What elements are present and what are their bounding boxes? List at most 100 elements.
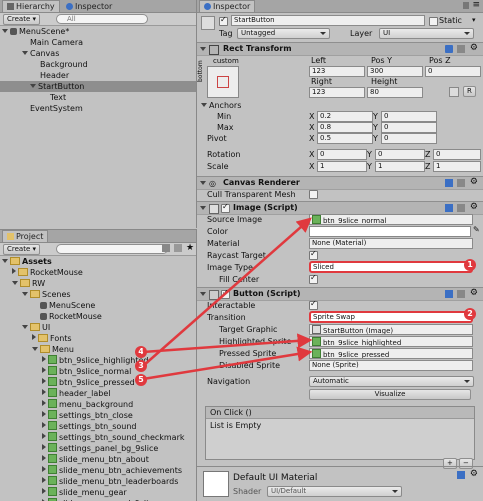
preset-icon[interactable] xyxy=(457,204,465,212)
image-header[interactable]: Image (Script) ⚙ xyxy=(197,201,483,215)
list-item[interactable]: slide_menu_btn_leaderboards xyxy=(42,476,178,487)
canvas-renderer-header[interactable]: ◎ Canvas Renderer ⚙ xyxy=(197,176,483,190)
scale-y-field[interactable]: 1 xyxy=(375,161,425,172)
list-item[interactable]: slide_menu_btn_about xyxy=(42,454,149,465)
posz-field[interactable]: 0 xyxy=(425,66,481,77)
preset-icon[interactable] xyxy=(457,179,465,187)
tab-hierarchy[interactable]: Hierarchy xyxy=(2,0,60,12)
cull-checkbox[interactable] xyxy=(309,190,318,199)
rect-transform-header[interactable]: Rect Transform ⚙ xyxy=(197,42,483,56)
height-field[interactable]: 80 xyxy=(367,87,423,98)
disabled-sprite-field[interactable]: None (Sprite) xyxy=(309,360,473,371)
rotation-z-field[interactable]: 0 xyxy=(433,149,481,160)
highlighted-sprite-field[interactable]: btn_9slice_highlighted xyxy=(309,336,473,347)
list-item[interactable]: Text xyxy=(50,92,66,103)
gear-icon[interactable]: ⚙ xyxy=(470,469,478,479)
menu-icon[interactable]: ≡ xyxy=(472,0,480,10)
list-item[interactable]: settings_btn_sound xyxy=(42,421,136,432)
list-item[interactable]: Scenes xyxy=(22,289,71,300)
button-header[interactable]: Button (Script) ⚙ xyxy=(197,287,483,301)
gear-icon[interactable]: ⚙ xyxy=(470,177,478,187)
scene-row[interactable]: MenuScene* xyxy=(2,26,69,37)
list-item[interactable]: btn_9slice_pressed xyxy=(42,377,135,388)
scale-x-field[interactable]: 1 xyxy=(317,161,367,172)
list-item[interactable]: btn_9slice_highlighted xyxy=(42,355,148,366)
source-image-field[interactable]: btn_9slice_normal xyxy=(309,214,473,225)
dropdown-arrow-icon[interactable]: ▾ xyxy=(472,16,476,24)
help-icon[interactable] xyxy=(445,290,453,298)
list-item-selected[interactable]: StartButton xyxy=(0,81,196,92)
list-item[interactable]: Header xyxy=(40,70,69,81)
list-item[interactable]: RocketMouse xyxy=(40,311,102,322)
list-item[interactable]: Background xyxy=(40,59,88,70)
lock-icon[interactable] xyxy=(463,2,469,9)
list-item[interactable]: slide_menu_btn_achievements xyxy=(42,465,182,476)
create-button[interactable]: Create ▾ xyxy=(3,244,41,255)
list-item[interactable]: MenuScene xyxy=(40,300,95,311)
active-checkbox[interactable] xyxy=(219,15,228,26)
help-icon[interactable] xyxy=(445,204,453,212)
list-item[interactable]: RocketMouse xyxy=(12,267,83,278)
material-field[interactable]: None (Material) xyxy=(309,238,473,249)
image-type-dropdown[interactable]: Sliced xyxy=(309,261,473,273)
help-icon[interactable] xyxy=(457,471,465,479)
list-item[interactable]: EventSystem xyxy=(30,103,83,114)
raw-edit-button[interactable]: R xyxy=(463,86,476,97)
blueprint-button[interactable] xyxy=(449,87,459,97)
create-button[interactable]: Create ▾ xyxy=(3,14,41,25)
pivot-y-field[interactable]: 0 xyxy=(381,133,437,144)
anchor-min-y-field[interactable]: 0 xyxy=(381,111,437,122)
help-icon[interactable] xyxy=(445,179,453,187)
right-field[interactable]: 123 xyxy=(309,87,365,98)
anchor-max-y-field[interactable]: 0 xyxy=(381,122,437,133)
fill-center-checkbox[interactable] xyxy=(309,273,318,284)
visualize-button[interactable]: Visualize xyxy=(309,389,471,400)
list-item[interactable]: settings_btn_close xyxy=(42,410,133,421)
list-item[interactable]: settings_btn_sound_checkmark xyxy=(42,432,185,443)
list-item[interactable]: slide_menu_gear xyxy=(42,487,127,498)
scale-z-field[interactable]: 1 xyxy=(433,161,481,172)
help-icon[interactable] xyxy=(445,45,453,53)
preset-icon[interactable] xyxy=(457,290,465,298)
filter-icon[interactable] xyxy=(162,244,170,252)
posy-field[interactable]: 300 xyxy=(367,66,423,77)
anchors-row[interactable]: Anchors xyxy=(201,100,241,111)
image-enabled-checkbox[interactable] xyxy=(221,202,230,213)
list-item[interactable]: UI xyxy=(22,322,50,333)
left-field[interactable]: 123 xyxy=(309,66,365,77)
rotation-y-field[interactable]: 0 xyxy=(375,149,425,160)
tab-inspector[interactable]: Inspector xyxy=(199,0,256,12)
gear-icon[interactable]: ⚙ xyxy=(470,202,478,212)
list-item[interactable]: RW xyxy=(12,278,45,289)
search-input[interactable]: All xyxy=(56,14,148,24)
layer-dropdown[interactable]: UI xyxy=(379,28,474,39)
list-item[interactable]: Canvas xyxy=(22,48,59,59)
raycast-checkbox[interactable] xyxy=(309,249,318,260)
transition-dropdown[interactable]: Sprite Swap xyxy=(309,311,473,323)
anchor-min-x-field[interactable]: 0.2 xyxy=(317,111,373,122)
list-item[interactable]: Menu xyxy=(32,344,74,355)
label-icon[interactable] xyxy=(174,244,182,252)
list-item[interactable]: Fonts xyxy=(32,333,72,344)
pressed-sprite-field[interactable]: btn_9slice_pressed xyxy=(309,348,473,359)
anchor-max-x-field[interactable]: 0.8 xyxy=(317,122,373,133)
pivot-x-field[interactable]: 0.5 xyxy=(317,133,373,144)
button-enabled-checkbox[interactable] xyxy=(221,288,230,299)
shader-dropdown[interactable]: UI/Default xyxy=(267,486,402,497)
list-item[interactable]: Main Camera xyxy=(30,37,83,48)
preset-icon[interactable] xyxy=(457,45,465,53)
gear-icon[interactable]: ⚙ xyxy=(470,43,478,53)
target-graphic-field[interactable]: StartButton (Image) xyxy=(309,324,473,335)
navigation-dropdown[interactable]: Automatic xyxy=(309,376,474,387)
search-input[interactable] xyxy=(56,244,168,254)
star-icon[interactable]: ★ xyxy=(186,243,194,253)
list-item[interactable]: settings_panel_bg_9slice xyxy=(42,443,158,454)
list-item[interactable]: menu_background xyxy=(42,399,133,410)
color-swatch[interactable] xyxy=(309,226,471,237)
list-item[interactable]: Assets xyxy=(2,256,52,267)
object-name-field[interactable]: StartButton xyxy=(231,15,425,26)
eyedropper-icon[interactable]: ✎ xyxy=(473,225,480,234)
tab-project[interactable]: Project xyxy=(2,230,49,242)
interactable-checkbox[interactable] xyxy=(309,299,318,310)
tag-dropdown[interactable]: Untagged xyxy=(237,28,330,39)
